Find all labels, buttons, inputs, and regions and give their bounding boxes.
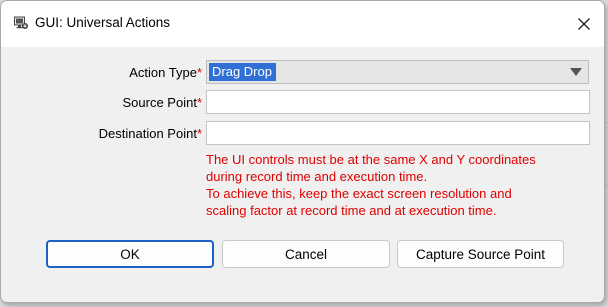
ok-button[interactable]: OK [46,240,214,268]
required-asterisk: * [196,65,202,80]
destination-point-input[interactable] [206,121,590,145]
warning-line: To achieve this, keep the exact screen r… [206,186,512,201]
title-bar: GUI: Universal Actions [1,1,604,47]
source-point-input[interactable] [206,90,590,114]
warning-line: The UI controls must be at the same X an… [206,152,536,167]
action-type-label-text: Action Type [129,65,197,80]
warning-line: during record time and execution time. [206,169,428,184]
cancel-button[interactable]: Cancel [222,240,390,268]
destination-point-label-text: Destination Point [98,126,197,141]
coordinates-warning: The UI controls must be at the same X an… [206,151,598,219]
source-point-label-text: Source Point [122,95,197,110]
close-button[interactable] [570,10,598,38]
chevron-down-icon[interactable] [570,68,582,76]
destination-point-label: Destination Point* [99,126,202,141]
capture-source-point-button[interactable]: Capture Source Point [397,240,564,268]
universal-actions-dialog: GUI: Universal Actions Action Type* Drag… [0,0,605,303]
monitor-gear-icon [14,16,28,29]
warning-line: scaling factor at record time and at exe… [206,203,497,218]
required-asterisk: * [196,95,202,110]
window-title: GUI: Universal Actions [35,15,171,30]
source-point-label: Source Point* [123,95,203,110]
required-asterisk: * [196,126,202,141]
close-icon [578,18,590,30]
action-type-label: Action Type* [129,65,202,80]
action-type-selected-value: Drag Drop [209,63,276,81]
action-type-select[interactable]: Drag Drop [206,60,589,84]
